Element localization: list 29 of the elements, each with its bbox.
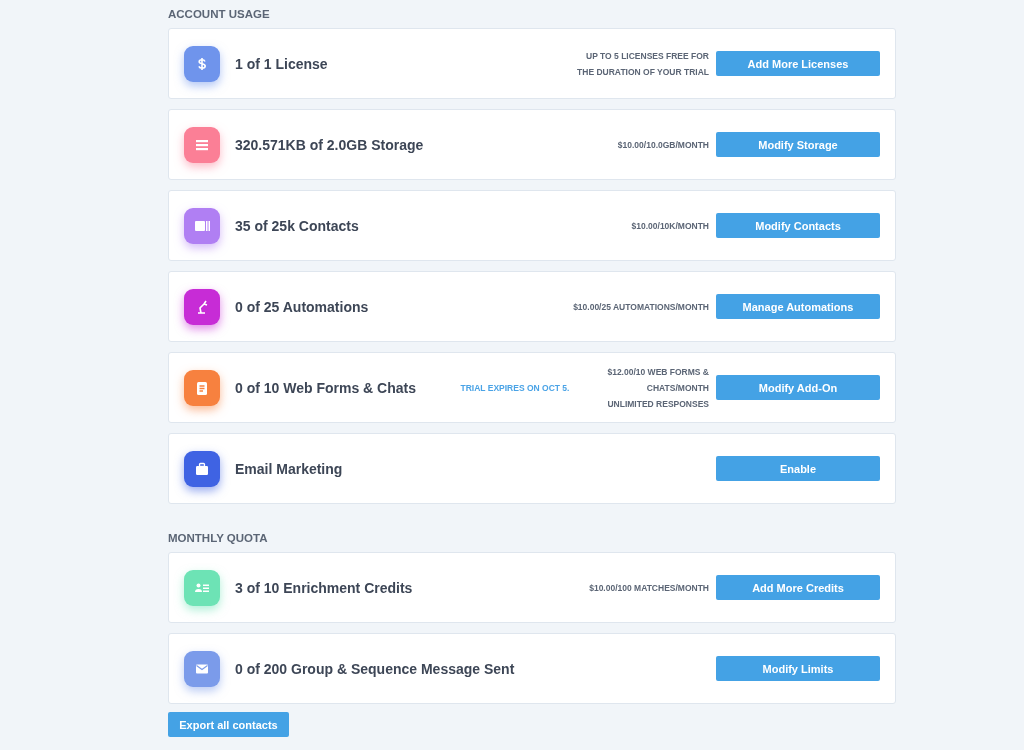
usage-title: 1 of 1 License — [235, 55, 328, 72]
price-note: $10.00/25 AUTOMATIONS/MONTH — [573, 301, 709, 312]
price-note: $12.00/10 WEB FORMS & — [607, 366, 709, 377]
export-button[interactable]: Export all contacts — [168, 712, 289, 737]
usage-title: 0 of 10 Web Forms & Chats — [235, 379, 416, 396]
section-heading: ACCOUNT USAGE — [168, 8, 271, 20]
price-note: $10.00/100 MATCHES/MONTH — [589, 582, 709, 593]
usage-title: Email Marketing — [235, 460, 343, 477]
action-button[interactable]: Modify Contacts — [716, 213, 880, 238]
price-note: UNLIMITED RESPONSES — [607, 398, 709, 409]
action-button[interactable]: Add More Licenses — [716, 51, 880, 76]
usage-title: 320.571KB of 2.0GB Storage — [235, 136, 424, 153]
action-button[interactable]: Modify Limits — [716, 656, 880, 681]
price-note: CHATS/MONTH — [646, 382, 709, 393]
usage-title: 35 of 25k Contacts — [235, 217, 359, 234]
price-note: UP TO 5 LICENSES FREE FOR — [586, 50, 709, 61]
usage-title: 0 of 200 Group & Sequence Message Sent — [235, 660, 515, 677]
action-button[interactable]: Manage Automations — [716, 294, 880, 319]
price-note: THE DURATION OF YOUR TRIAL — [577, 66, 709, 77]
price-note: $10.00/10.0GB/MONTH — [617, 139, 709, 150]
usage-title: 0 of 25 Automations — [235, 298, 369, 315]
price-note: $10.00/10K/MONTH — [631, 220, 709, 231]
action-button[interactable]: Modify Storage — [716, 132, 880, 157]
action-button[interactable]: Modify Add-On — [716, 375, 880, 400]
trial-notice: TRIAL EXPIRES ON OCT 5. — [460, 382, 570, 393]
section-heading: MONTHLY QUOTA — [168, 532, 269, 544]
action-button[interactable]: Add More Credits — [716, 575, 880, 600]
action-button[interactable]: Enable — [716, 456, 880, 481]
usage-title: 3 of 10 Enrichment Credits — [235, 579, 413, 596]
